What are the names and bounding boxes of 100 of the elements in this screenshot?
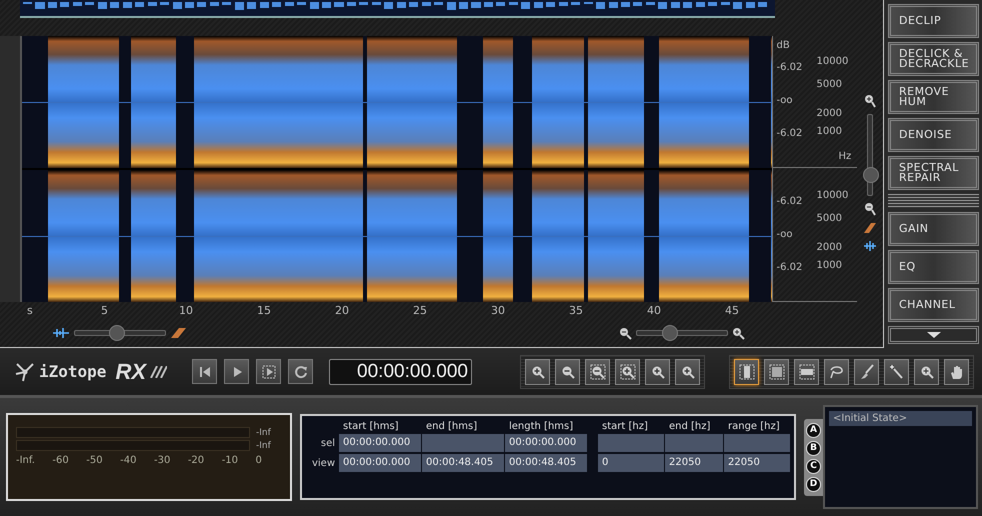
module-button[interactable]: CHANNEL [888,288,979,322]
value-field[interactable]: 22050 [724,454,790,472]
meter-scale-label: -30 [154,455,170,466]
zoom-out-full-button[interactable] [585,358,610,384]
meter-scale-label: -Inf. [16,455,35,466]
value-field[interactable]: 00:00:00.000 [339,454,421,472]
time-axis-label: 20 [335,304,349,317]
frequency-scale-label: 10000 [816,56,848,67]
hand-tool-button[interactable] [944,358,969,384]
db-scale-label: -6.02 [776,128,802,139]
zoom-out-icon[interactable] [864,202,876,216]
zoom-selection-icon [620,364,636,380]
zoom-in-icon[interactable] [864,94,876,108]
module-button[interactable]: DECLIP [888,4,979,38]
value-field[interactable]: 0 [598,454,664,472]
time-axis-label: 35 [569,304,583,317]
module-button[interactable]: DENOISE [888,118,979,152]
loop-button[interactable] [288,359,313,384]
value-field[interactable]: 22050 [665,454,723,472]
zoom-in-icon [530,364,546,380]
zoom-freq-button[interactable] [675,358,700,384]
hz-unit-label: Hz [838,151,852,162]
tf-select-tool-button[interactable] [764,358,789,384]
time-select-icon [738,364,754,380]
skip-to-start-icon [198,366,210,378]
zoom-out-full-icon [590,364,606,380]
history-item[interactable]: <Initial State> [829,411,972,426]
zoom-out-button[interactable] [555,358,580,384]
module-button[interactable]: EQ [888,250,979,284]
meter-scale-label: -60 [52,455,69,466]
zoom-selection-button[interactable] [615,358,640,384]
time-axis-label: 15 [257,304,271,317]
zoom-time-icon [650,364,666,380]
frequency-scale-label: 10000 [816,190,848,201]
time-display: 00:00:00.000 [329,358,472,384]
module-button[interactable]: GAIN [888,212,979,246]
brand-logo-text: iZotope [39,362,106,381]
vertical-zoom-slider-thumb[interactable] [863,167,880,183]
column-header: length [hms] [508,421,574,432]
spectrogram-drawing[interactable] [22,170,772,302]
tf-select-icon [768,364,784,380]
module-button[interactable]: REMOVE HUM [888,80,979,114]
time-axis-label: 5 [101,304,108,317]
zoom-tool-button[interactable] [914,358,939,384]
snapshot-button[interactable]: A [806,422,821,438]
snapshot-button[interactable]: C [806,458,821,474]
frequency-scale-label: 1000 [816,260,842,272]
db-unit-label: dB [776,40,790,51]
module-button[interactable]: DECLICK & DECRACKLE [888,42,979,76]
zoom-slider-thumb[interactable] [662,325,678,341]
value-field[interactable]: 00:00:48.405 [422,454,504,472]
zoom-icon [918,364,934,380]
db-scale-label: -6.02 [776,62,802,74]
value-field[interactable] [422,434,504,452]
spectrogram-drawing[interactable] [22,36,772,168]
zoom-out-icon[interactable] [619,326,632,340]
value-field[interactable] [724,434,790,452]
play-button[interactable] [224,359,249,384]
frequency-scale-label: 2000 [816,108,842,120]
wand-icon [888,364,904,380]
value-field[interactable]: 00:00:48.405 [505,454,587,472]
value-field[interactable] [598,434,664,452]
time-select-tool-button[interactable] [734,358,759,384]
snapshot-button[interactable]: D [806,476,821,492]
blend-slider-thumb[interactable] [108,325,124,341]
value-field[interactable]: 00:00:00.000 [505,434,587,452]
scroll-down-button[interactable] [888,326,979,344]
waveform-overview-drawing[interactable] [20,0,775,18]
db-scale-label: -oo [776,94,793,106]
row-header: view [310,458,336,468]
lasso-tool-button[interactable] [824,358,849,384]
freq-select-tool-button[interactable] [794,358,819,384]
hand-icon [948,364,964,380]
waveform-view-icon[interactable] [863,240,878,252]
play-selection-button[interactable] [256,359,281,384]
waveform-view-icon[interactable] [52,327,70,339]
time-axis-label: 45 [725,304,739,317]
value-field[interactable]: 00:00:00.000 [339,434,421,452]
time-axis-label: 40 [647,304,661,317]
play-selection-icon [262,364,276,378]
caret-icon [926,332,940,338]
column-header: start [hms] [342,421,400,432]
zoom-time-button[interactable] [645,358,670,384]
brush-tool-button[interactable] [854,358,879,384]
skip-start-button[interactable] [192,359,217,384]
brush-icon [858,364,874,380]
zoom-out-icon [560,364,576,380]
value-field[interactable] [665,434,723,452]
module-button[interactable]: SPECTRAL REPAIR [888,156,979,190]
zoom-in-button[interactable] [525,358,550,384]
freq-select-icon [798,364,814,380]
snapshot-button[interactable]: B [806,440,821,456]
product-logo-text: RX [115,358,146,384]
time-axis-label: 25 [413,304,427,317]
zoom-in-icon[interactable] [732,326,745,340]
level-reading: -Inf [256,440,272,450]
frequency-scale-label: 2000 [816,242,842,254]
spectrogram-view-icon[interactable] [863,222,878,234]
wand-tool-button[interactable] [884,358,909,384]
spectrogram-view-icon[interactable] [170,327,188,339]
